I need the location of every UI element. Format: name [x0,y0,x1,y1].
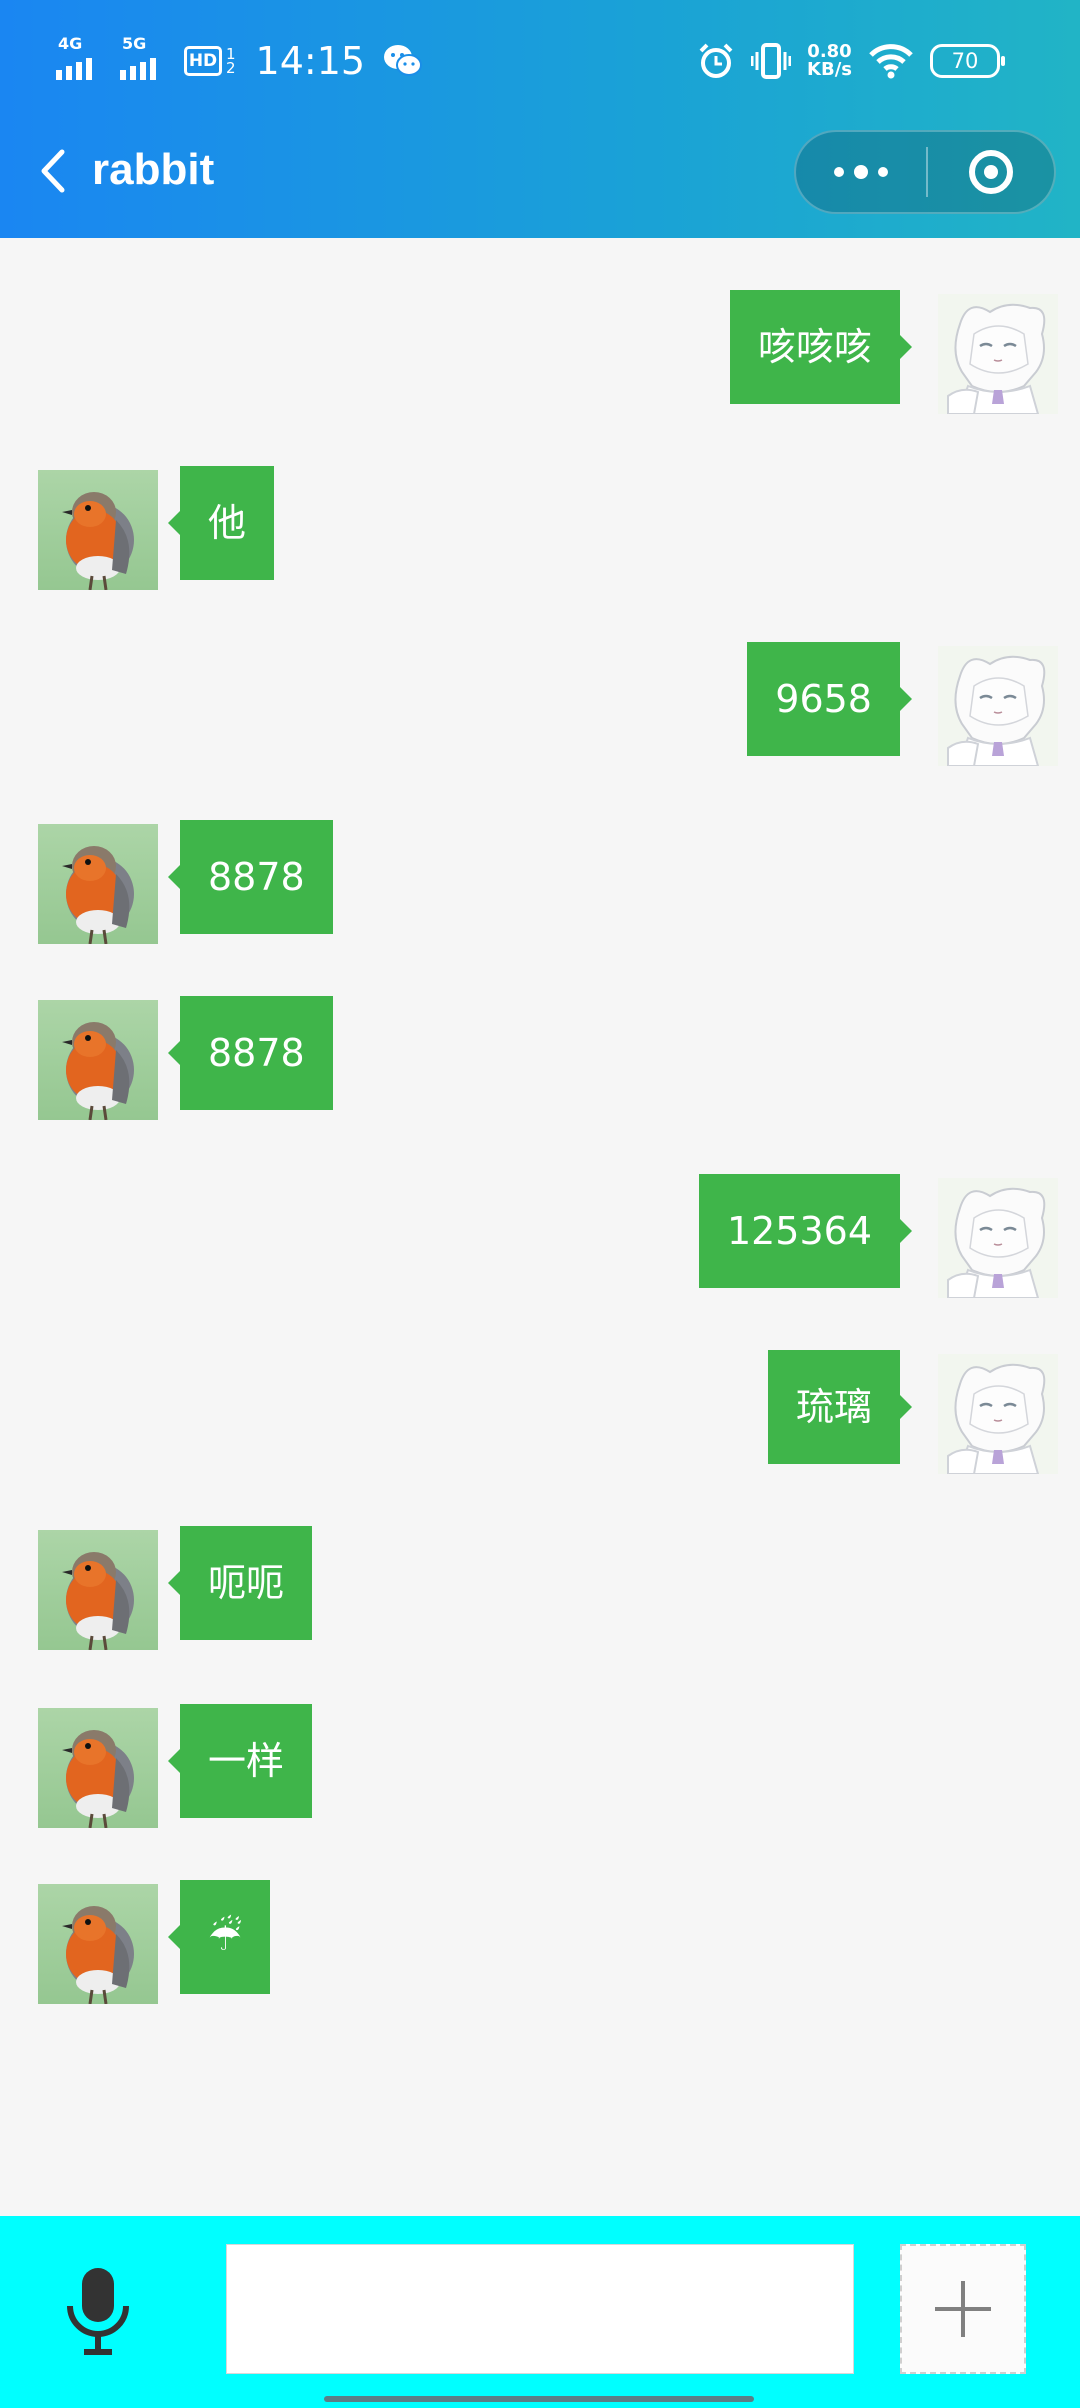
message-bubble[interactable]: 他 [167,466,275,580]
network-speed: 0.80 KB/s [807,41,852,80]
message-input[interactable] [226,2244,854,2374]
robin-avatar[interactable] [38,1884,158,2004]
robin-avatar[interactable] [38,1708,158,1828]
wechat-icon [384,45,423,76]
message-bubble[interactable]: 125364 [698,1174,913,1288]
status-time: 14:15 [255,39,366,83]
message-row-left: 8878 [0,820,1080,944]
message-bubble[interactable]: 一样 [167,1704,313,1818]
signal-4g-icon: 4G [56,36,110,86]
page-title: rabbit [92,145,215,194]
message-bubble[interactable]: 琉璃 [767,1350,913,1464]
vibrate-icon [751,43,792,79]
microphone-icon[interactable] [64,2266,132,2356]
miniprogram-capsule [794,130,1056,214]
message-bubble[interactable]: 9658 [747,642,912,756]
hd-icon: HD [184,46,222,76]
battery-indicator: 70 [930,44,1005,78]
anime-avatar[interactable] [938,294,1058,414]
message-bubble[interactable]: ☔ [167,1880,271,1994]
close-miniprogram-icon[interactable] [928,132,1054,212]
message-row-right: 125364 [0,1174,1080,1298]
composer-bar [0,2216,1080,2408]
signal-5g-icon: 5G [120,36,174,86]
message-row-right: 咳咳咳 [0,290,1080,414]
message-bubble[interactable]: 8878 [168,996,333,1110]
more-icon[interactable] [796,132,926,212]
message-bubble[interactable]: 8878 [168,820,333,934]
home-indicator[interactable] [324,2396,754,2402]
robin-avatar[interactable] [38,1530,158,1650]
alarm-icon [699,43,733,78]
message-row-left: 他 [0,466,1080,590]
robin-avatar[interactable] [38,1000,158,1120]
message-bubble[interactable]: 咳咳咳 [729,290,913,404]
anime-avatar[interactable] [938,1354,1058,1474]
message-row-left: ☔ [0,1880,1080,2004]
anime-avatar[interactable] [938,1178,1058,1298]
message-row-left: 一样 [0,1704,1080,1828]
plus-button[interactable] [900,2244,1026,2374]
message-row-left: 呃呃 [0,1526,1080,1650]
robin-avatar[interactable] [38,470,158,590]
status-bar: 4G 5G HD 12 14:15 0.80 KB/s 70 [0,0,1080,120]
wifi-icon [869,44,913,79]
message-row-left: 8878 [0,996,1080,1120]
hd-sim-indicator: 12 [226,45,236,77]
anime-avatar[interactable] [938,646,1058,766]
message-row-right: 9658 [0,642,1080,766]
plus-icon [935,2281,991,2337]
message-row-right: 琉璃 [0,1350,1080,1474]
back-icon[interactable] [34,146,74,196]
robin-avatar[interactable] [38,824,158,944]
header: 4G 5G HD 12 14:15 0.80 KB/s 70 rabbit [0,0,1080,238]
message-bubble[interactable]: 呃呃 [167,1526,313,1640]
